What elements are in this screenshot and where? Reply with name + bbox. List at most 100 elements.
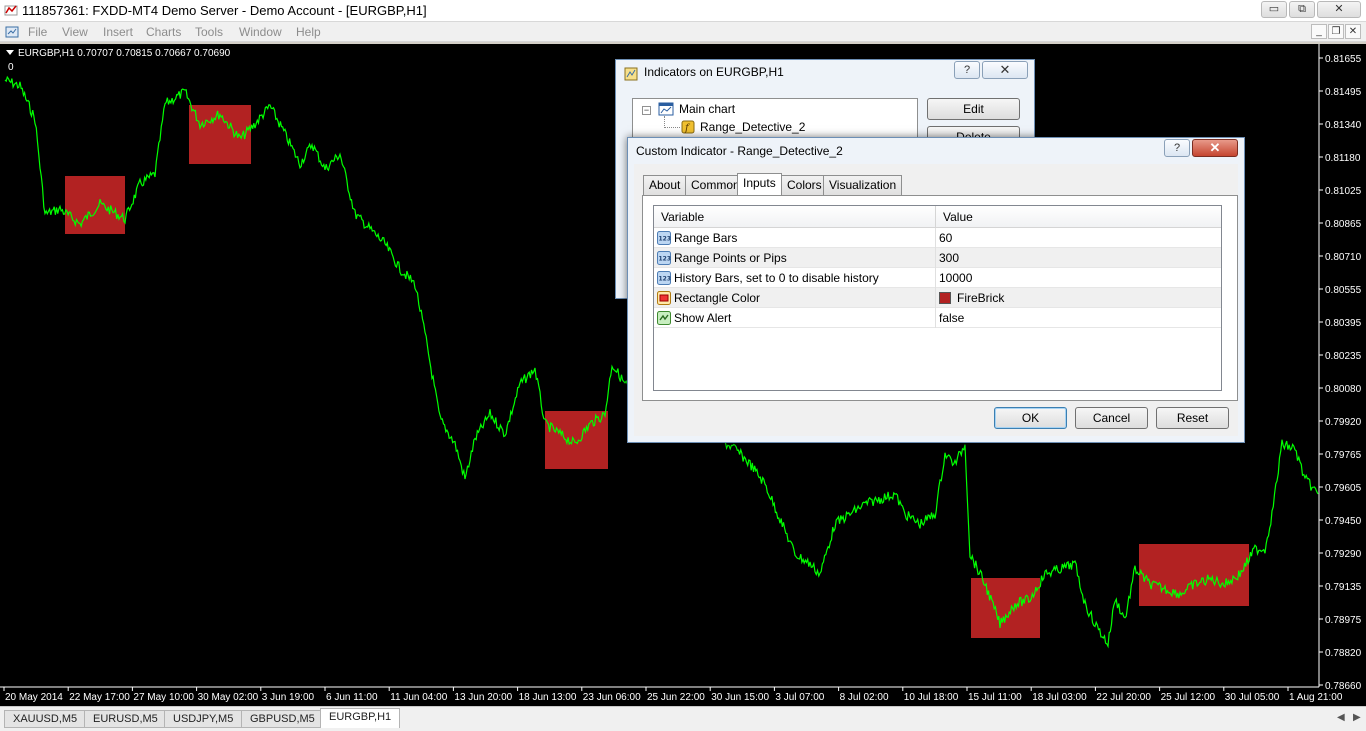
color-swatch[interactable] bbox=[939, 292, 951, 304]
chart-window-icon[interactable] bbox=[5, 25, 19, 39]
tab-xauusd[interactable]: XAUUSD,M5 bbox=[4, 710, 87, 728]
edit-button[interactable]: Edit bbox=[927, 98, 1020, 120]
param-value[interactable]: FireBrick bbox=[957, 291, 1004, 305]
param-value[interactable]: false bbox=[939, 311, 964, 325]
svg-text:123: 123 bbox=[659, 236, 672, 243]
tab-scroll-right-icon[interactable]: ▶ bbox=[1353, 712, 1361, 723]
menu-window[interactable]: Window bbox=[239, 25, 282, 39]
ok-button[interactable]: OK bbox=[994, 407, 1067, 429]
menu-insert[interactable]: Insert bbox=[103, 25, 133, 39]
indicators-help-button[interactable]: ? bbox=[954, 61, 980, 79]
chart-minimize-button[interactable]: _ bbox=[1311, 24, 1327, 39]
time-label: 6 Jun 11:00 bbox=[326, 692, 378, 703]
tab-eurgbp[interactable]: EURGBP,H1 bbox=[320, 708, 401, 728]
tree-collapse-icon[interactable]: − bbox=[642, 106, 651, 115]
svg-text:123: 123 bbox=[659, 276, 672, 283]
range-rectangle[interactable] bbox=[1139, 544, 1249, 606]
price-label: 0.80865 bbox=[1325, 219, 1362, 230]
svg-text:123: 123 bbox=[659, 256, 672, 263]
menu-view[interactable]: View bbox=[62, 25, 88, 39]
time-label: 8 Jul 02:00 bbox=[840, 692, 889, 703]
symbol-info: EURGBP,H1 0.70707 0.70815 0.70667 0.7069… bbox=[18, 48, 231, 59]
param-value[interactable]: 60 bbox=[939, 231, 952, 245]
menu-file[interactable]: File bbox=[28, 25, 47, 39]
tab-colors[interactable]: Colors bbox=[781, 175, 828, 195]
price-label: 0.78975 bbox=[1325, 615, 1362, 626]
menu-tools[interactable]: Tools bbox=[195, 25, 223, 39]
time-label: 22 Jul 20:00 bbox=[1096, 692, 1151, 703]
price-label: 0.81340 bbox=[1325, 120, 1362, 131]
title-bar: 111857361: FXDD-MT4 Demo Server - Demo A… bbox=[0, 0, 1366, 22]
range-rectangle[interactable] bbox=[971, 578, 1040, 638]
time-label: 30 Jun 15:00 bbox=[711, 692, 769, 703]
price-label: 0.81025 bbox=[1325, 186, 1362, 197]
tab-gbpusd[interactable]: GBPUSD,M5 bbox=[241, 710, 324, 728]
main-chart-icon bbox=[658, 102, 674, 116]
chart-close-button[interactable]: ✕ bbox=[1345, 24, 1361, 39]
window-title: 111857361: FXDD-MT4 Demo Server - Demo A… bbox=[22, 3, 427, 18]
integer-icon: 123 bbox=[657, 231, 671, 245]
minimize-button[interactable]: ▭ bbox=[1261, 1, 1287, 18]
price-label: 0.81495 bbox=[1325, 87, 1362, 98]
price-label: 0.79135 bbox=[1325, 582, 1362, 593]
tab-about[interactable]: About bbox=[643, 175, 687, 195]
close-button[interactable]: ✕ bbox=[1317, 1, 1361, 18]
inputs-table[interactable]: Variable Value 123 Range Bars 60 123 Ran… bbox=[653, 205, 1222, 391]
time-label: 25 Jul 12:00 bbox=[1161, 692, 1216, 703]
time-label: 23 Jun 06:00 bbox=[583, 692, 641, 703]
table-row[interactable]: 123 Range Bars 60 bbox=[654, 228, 1221, 248]
time-label: 30 Jul 05:00 bbox=[1225, 692, 1280, 703]
custom-indicator-dialog: Custom Indicator - Range_Detective_2 ? ✕… bbox=[627, 137, 1245, 443]
table-row[interactable]: 123 History Bars, set to 0 to disable hi… bbox=[654, 268, 1221, 288]
custom-close-button[interactable]: ✕ bbox=[1192, 139, 1238, 157]
tab-usdjpy[interactable]: USDJPY,M5 bbox=[164, 710, 243, 728]
price-label: 0.79765 bbox=[1325, 450, 1362, 461]
param-name: Rectangle Color bbox=[674, 291, 761, 305]
price-label: 0.80555 bbox=[1325, 285, 1362, 296]
price-label: 0.79920 bbox=[1325, 417, 1362, 428]
param-name: History Bars, set to 0 to disable histor… bbox=[674, 271, 879, 285]
table-row[interactable]: Rectangle Color FireBrick bbox=[654, 288, 1221, 308]
tab-visualization[interactable]: Visualization bbox=[823, 175, 903, 195]
table-row[interactable]: Show Alert false bbox=[654, 308, 1221, 328]
param-value[interactable]: 300 bbox=[939, 251, 959, 265]
integer-icon: 123 bbox=[657, 271, 671, 285]
price-label: 0.81655 bbox=[1325, 54, 1362, 65]
range-rectangle[interactable] bbox=[65, 176, 125, 234]
tab-scroll-left-icon[interactable]: ◀ bbox=[1337, 712, 1345, 723]
restore-button[interactable]: ⧉ bbox=[1289, 1, 1315, 18]
tree-connector bbox=[664, 116, 680, 128]
color-icon bbox=[657, 291, 671, 305]
time-label: 18 Jun 13:00 bbox=[519, 692, 577, 703]
indicators-close-button[interactable]: ✕ bbox=[982, 61, 1028, 79]
custom-help-button[interactable]: ? bbox=[1164, 139, 1190, 157]
chart-restore-button[interactable]: ❐ bbox=[1328, 24, 1344, 39]
param-value[interactable]: 10000 bbox=[939, 271, 972, 285]
header-divider[interactable] bbox=[935, 206, 936, 228]
menu-charts[interactable]: Charts bbox=[146, 25, 181, 39]
time-label: 3 Jul 07:00 bbox=[775, 692, 824, 703]
price-label: 0.78820 bbox=[1325, 648, 1362, 659]
chart-tab-strip: XAUUSD,M5 EURUSD,M5 USDJPY,M5 GBPUSD,M5 … bbox=[0, 706, 1366, 731]
chart-zero-label: 0 bbox=[8, 62, 14, 73]
price-label: 0.80235 bbox=[1325, 351, 1362, 362]
menu-help[interactable]: Help bbox=[296, 25, 321, 39]
app-logo-icon bbox=[4, 5, 18, 16]
boolean-icon bbox=[657, 311, 671, 325]
cancel-button[interactable]: Cancel bbox=[1075, 407, 1148, 429]
tab-eurusd[interactable]: EURUSD,M5 bbox=[84, 710, 167, 728]
price-label: 0.79605 bbox=[1325, 483, 1362, 494]
column-value[interactable]: Value bbox=[943, 210, 973, 224]
table-row[interactable]: 123 Range Points or Pips 300 bbox=[654, 248, 1221, 268]
column-variable[interactable]: Variable bbox=[661, 210, 704, 224]
time-label: 27 May 10:00 bbox=[133, 692, 194, 703]
price-label: 0.78660 bbox=[1325, 681, 1362, 692]
reset-button[interactable]: Reset bbox=[1156, 407, 1229, 429]
tab-inputs[interactable]: Inputs bbox=[737, 173, 782, 195]
time-label: 11 Jun 04:00 bbox=[390, 692, 448, 703]
tree-range-detective[interactable]: Range_Detective_2 bbox=[700, 120, 805, 134]
price-label: 0.80080 bbox=[1325, 384, 1362, 395]
chart-menu-triangle-icon[interactable] bbox=[6, 50, 14, 55]
tree-main-chart[interactable]: Main chart bbox=[679, 102, 735, 116]
time-label: 25 Jun 22:00 bbox=[647, 692, 705, 703]
